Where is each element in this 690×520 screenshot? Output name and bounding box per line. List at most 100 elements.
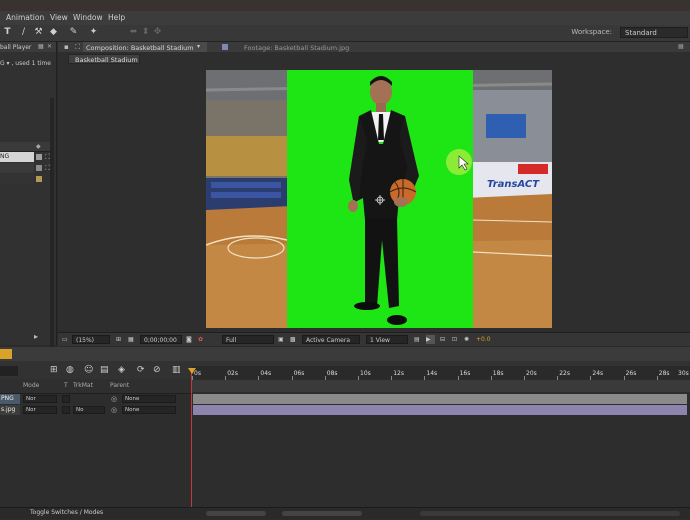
frame-blending-icon[interactable]: ▤ [100, 365, 109, 375]
ruler-tick-label: 28s [658, 370, 670, 377]
eraser-tool-icon[interactable]: ◆ [48, 27, 59, 38]
timeline-tab-bar [0, 347, 690, 361]
green-screen-layer[interactable] [287, 70, 473, 328]
ruler-tick-label: 16s [459, 370, 471, 377]
horizontal-scrollbar[interactable] [420, 511, 680, 516]
magnification-select[interactable]: (15%) [72, 335, 110, 344]
workspace-label: Workspace: [571, 28, 612, 36]
blend-mode-select[interactable]: Nor [23, 406, 57, 414]
auto-keyframe-icon[interactable]: ⊘ [153, 365, 161, 375]
close-panel-icon[interactable]: ✕ [47, 43, 52, 50]
composition-viewer[interactable]: TransACT [206, 70, 552, 328]
project-scrollbar[interactable] [50, 98, 54, 348]
lock-icon[interactable]: ▪ [64, 43, 69, 51]
blend-mode-select[interactable]: Nor [23, 395, 57, 403]
timeline-search-input[interactable] [0, 366, 18, 376]
banner-text: TransACT [487, 179, 540, 190]
chevron-down-icon[interactable]: ▾ [197, 43, 200, 50]
timeline-tab-indicator[interactable] [0, 349, 12, 359]
tab-composition-label: Composition: Basketball Stadium [86, 44, 194, 52]
region-of-interest-icon[interactable]: ▣ [278, 335, 284, 344]
panel-menu-icon[interactable]: ▦ [38, 43, 44, 50]
motion-blur-icon[interactable]: ◈ [118, 365, 125, 375]
layer-column-headers: Mode T TrkMat Parent [0, 379, 192, 394]
project-panel-tab[interactable]: ball Player ▦ ✕ [0, 42, 56, 52]
layer-name[interactable]: PNG [0, 394, 20, 404]
exposure-reset-icon[interactable]: ✺ [464, 335, 469, 344]
type-tool-icon[interactable]: T [2, 27, 13, 38]
footage-icon [222, 44, 228, 50]
layer-row-2[interactable]: s.jpg Nor No ◎ None [0, 405, 192, 415]
tab-footage[interactable]: Footage: Basketball Stadium.jpg [244, 44, 349, 52]
timeline-scrollbar[interactable] [282, 511, 362, 516]
menu-animation[interactable]: Animation [6, 13, 44, 22]
preserve-transparency-toggle[interactable] [62, 395, 70, 403]
project-item[interactable] [0, 174, 34, 184]
axis-world-icon[interactable]: ⬍ [140, 27, 151, 38]
toggle-switches-modes-button[interactable]: Toggle Switches / Modes [30, 509, 103, 516]
project-item[interactable] [0, 163, 34, 173]
tab-composition[interactable]: Composition: Basketball Stadium ▾ [83, 42, 207, 52]
pixel-aspect-icon[interactable]: ▤ [414, 335, 420, 344]
camera-select[interactable]: Active Camera [302, 335, 360, 344]
snapshot-icon[interactable]: ◙ [186, 335, 192, 344]
layer-duration-bar-1[interactable] [193, 394, 687, 404]
brainstorm-icon[interactable]: ⟳ [137, 365, 145, 375]
work-area-bar[interactable] [192, 380, 690, 392]
ruler-tick-label: 24s [592, 370, 604, 377]
menu-view[interactable]: View [50, 13, 68, 22]
parent-select[interactable]: None [122, 395, 176, 403]
menu-window[interactable]: Window [73, 13, 103, 22]
menu-help[interactable]: Help [108, 13, 125, 22]
exposure-value[interactable]: +0.0 [476, 335, 491, 344]
timeline-icon[interactable]: ⊟ [440, 335, 445, 344]
current-time-indicator[interactable] [191, 370, 192, 510]
composition-tab-bar: ▪ ⛶ Composition: Basketball Stadium ▾ Fo… [58, 42, 690, 52]
axis-view-icon[interactable]: ✥ [152, 27, 163, 38]
show-channel-icon[interactable]: ✿ [198, 335, 203, 344]
transparency-grid-icon[interactable]: ▩ [290, 335, 296, 344]
graph-editor-icon[interactable]: ▥ [172, 365, 181, 375]
always-preview-icon[interactable]: ▭ [62, 335, 68, 344]
preserve-transparency-toggle[interactable] [62, 406, 70, 414]
label-tag-icon: ◆ [36, 143, 41, 150]
zoom-slider[interactable] [206, 511, 266, 516]
menu-bar: Animation View Window Help [0, 11, 690, 25]
ruler-tick-label: 22s [559, 370, 570, 377]
column-trkmat: TrkMat [73, 382, 93, 389]
resolution-select[interactable]: Full [222, 335, 274, 344]
breadcrumb[interactable]: Basketball Stadium [68, 54, 140, 64]
safe-zones-icon[interactable]: ⊞ [116, 335, 121, 344]
workspace-select[interactable]: Standard [620, 27, 688, 38]
grid-icon[interactable]: ▦ [128, 335, 134, 344]
viewer-control-bar: ▭ (15%) ⊞ ▦ 0;00;00;00 ◙ ✿ Full ▣ ▩ Acti… [58, 332, 690, 346]
pen-tool-icon[interactable]: ∕ [18, 27, 29, 38]
playhead-handle-icon[interactable] [188, 368, 196, 374]
shy-layers-icon[interactable]: ☺ [84, 365, 93, 375]
project-item-info: G ▾ , used 1 time [0, 60, 51, 67]
puppet-tool-icon[interactable]: ✦ [88, 27, 99, 38]
project-item-selected[interactable]: NG [0, 152, 34, 162]
project-panel: ball Player ▦ ✕ G ▾ , used 1 time ◆ NG ⛶… [0, 42, 57, 348]
clone-stamp-tool-icon[interactable]: ⚒ [33, 27, 44, 38]
layer-duration-bar-2[interactable] [193, 405, 687, 415]
axis-local-icon[interactable]: ⬌ [128, 27, 139, 38]
layer-name[interactable]: s.jpg [0, 405, 20, 415]
pickwhip-icon[interactable]: ◎ [111, 395, 117, 403]
ruler-tick-label: 12s [393, 370, 404, 377]
view-layout-select[interactable]: 1 View [366, 335, 408, 344]
roto-brush-tool-icon[interactable]: ✎ [68, 27, 79, 38]
ruler-tick-label: 06s [293, 370, 305, 377]
track-matte-select[interactable]: No [73, 406, 105, 414]
fast-previews-icon[interactable]: ▶ [426, 335, 435, 344]
draft-3d-icon[interactable]: ◍ [66, 365, 74, 375]
flowchart-icon[interactable]: ⊡ [452, 335, 457, 344]
pickwhip-icon[interactable]: ◎ [111, 406, 117, 414]
play-arrow-icon[interactable]: ▸ [34, 332, 38, 341]
time-ruler[interactable]: 0s 02s 04s 06s 08s 10s 12s 14s 16s 18s 20s 22s 24s 26… [192, 366, 690, 381]
composition-mini-flowchart-icon[interactable]: ⊞ [50, 365, 58, 375]
current-time-field[interactable]: 0;00;00;00 [140, 335, 182, 344]
layer-row-1[interactable]: PNG Nor ◎ None [0, 394, 192, 404]
panel-menu-icon[interactable]: ▦ [678, 43, 684, 50]
parent-select[interactable]: None [122, 406, 176, 414]
